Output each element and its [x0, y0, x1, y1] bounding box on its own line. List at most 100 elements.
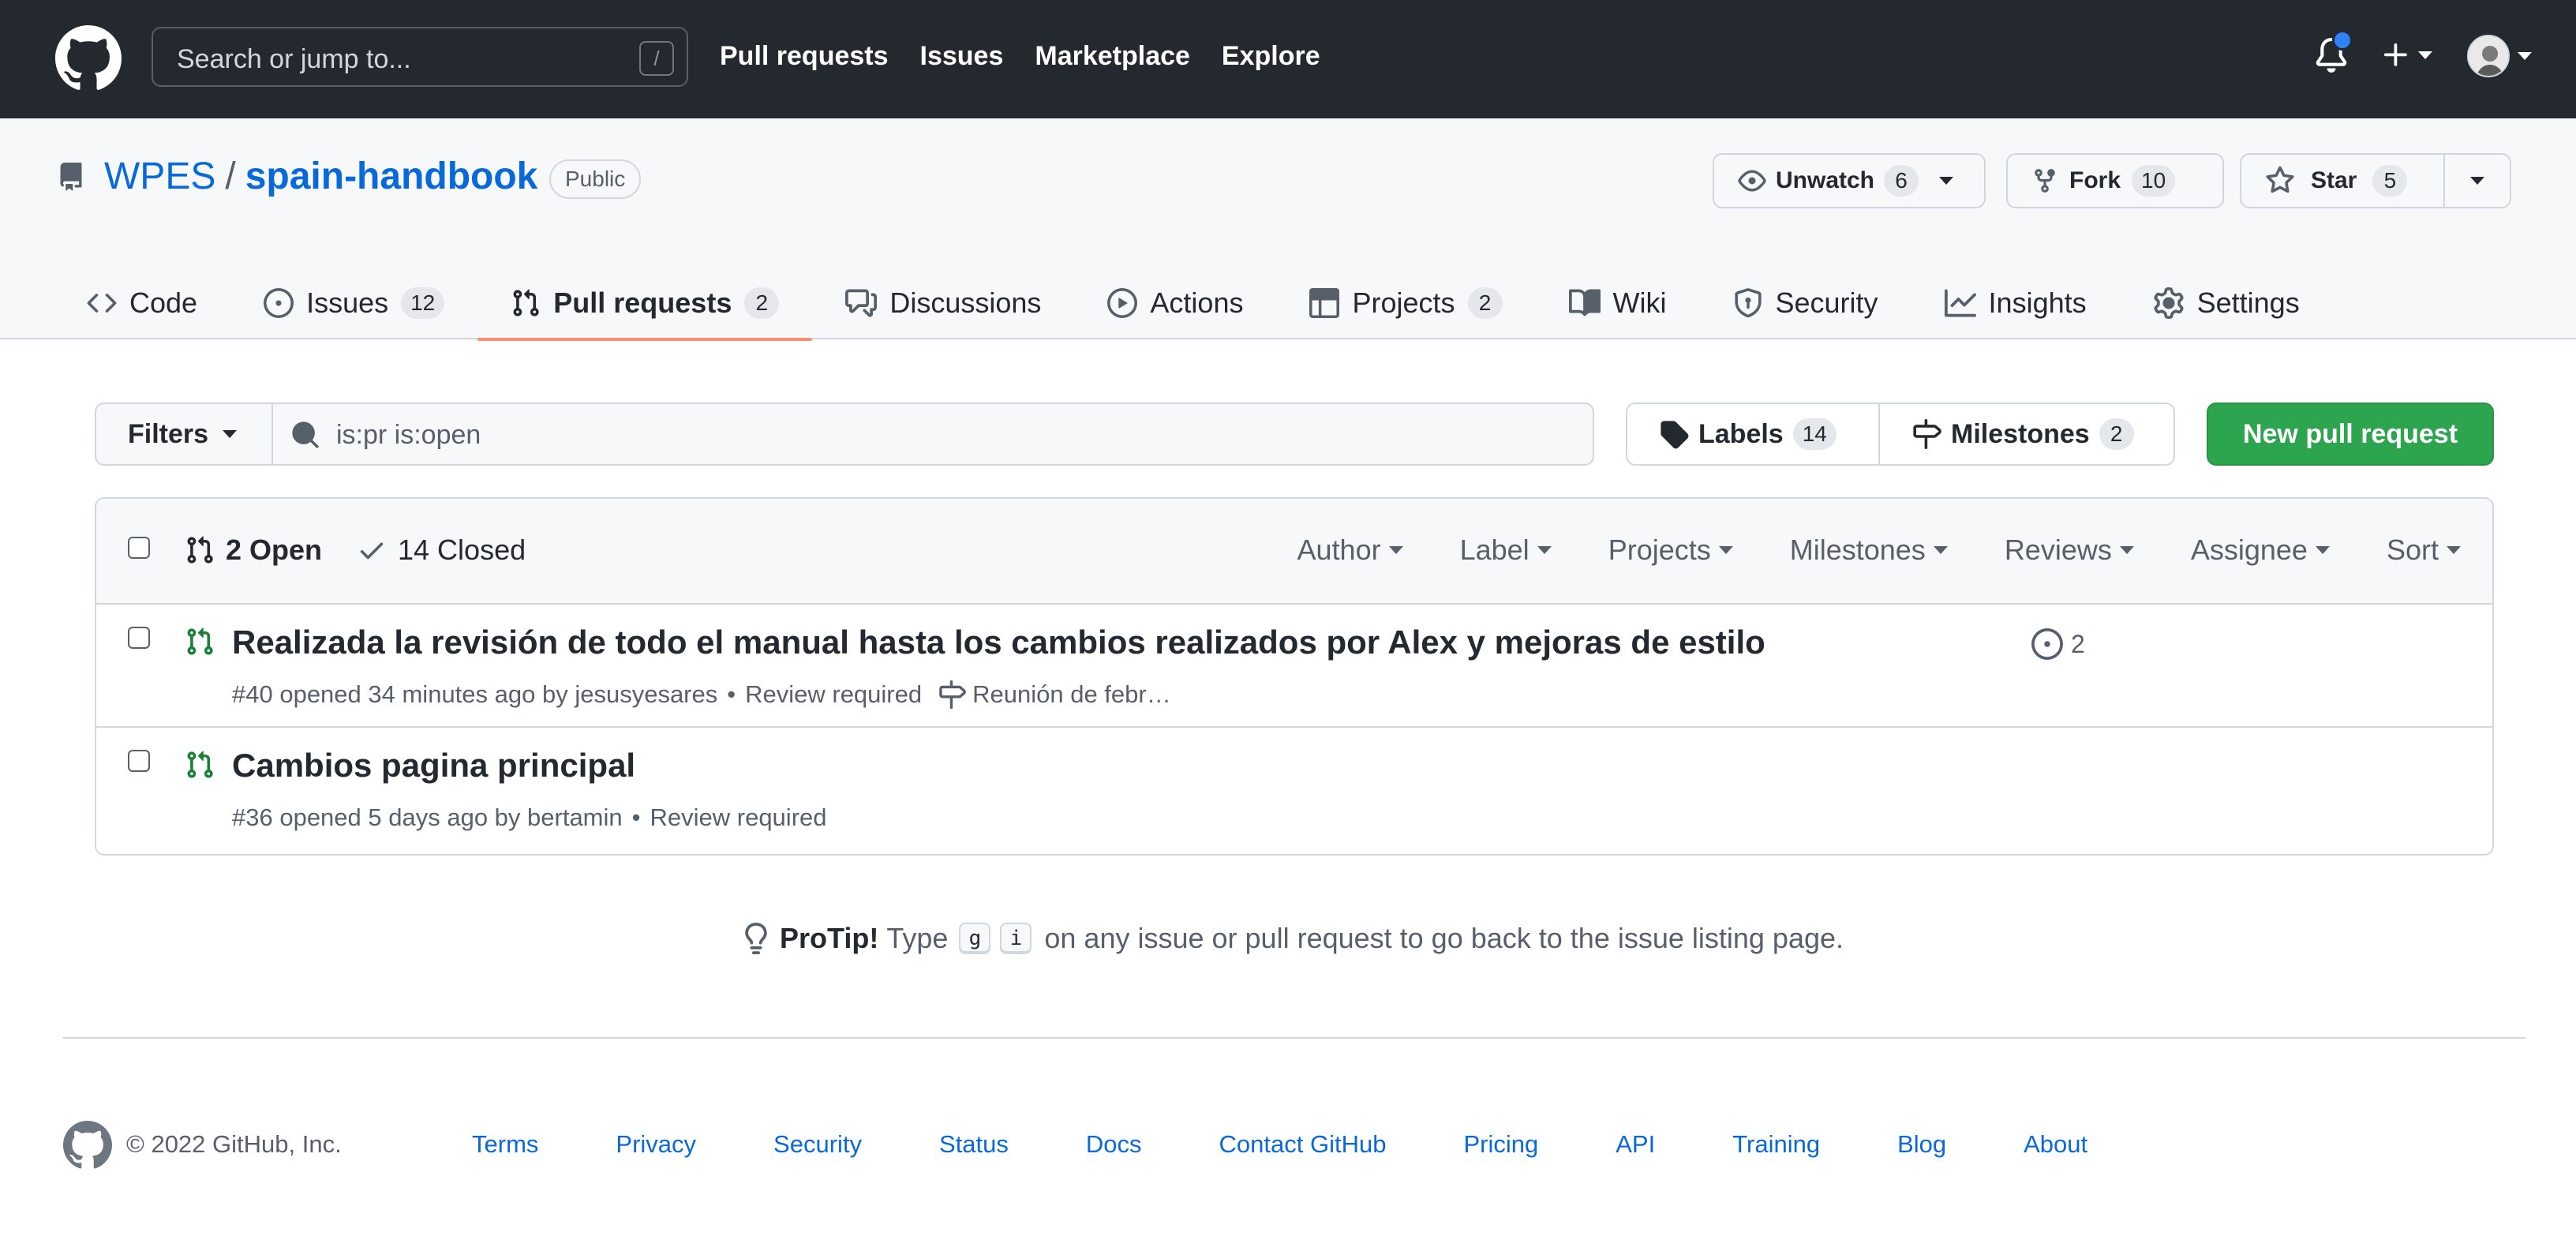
labels-button[interactable]: Labels 14: [1627, 404, 1880, 464]
graph-icon: [1944, 289, 1976, 317]
milestones-filter-dropdown[interactable]: Milestones: [1733, 534, 1948, 567]
footer-link-pricing[interactable]: Pricing: [1463, 1130, 1538, 1159]
filter-label: Assignee: [2190, 534, 2308, 566]
footer-link-docs[interactable]: Docs: [1086, 1130, 1142, 1159]
nav-pull-requests[interactable]: Pull requests: [720, 38, 889, 74]
chevron-down-icon: [223, 430, 238, 438]
milestones-label: Milestones: [1951, 418, 2090, 449]
footer-link-about[interactable]: About: [2024, 1130, 2087, 1159]
pull-request-title-link[interactable]: Realizada la revisión de todo el manual …: [232, 624, 1765, 661]
milestone-icon: [939, 680, 967, 709]
tab-insights[interactable]: Insights: [1911, 267, 2120, 339]
row-checkbox[interactable]: [128, 750, 150, 772]
chevron-down-icon: [1939, 177, 1954, 185]
user-menu[interactable]: [2467, 35, 2532, 77]
tab-issues[interactable]: Issues 12: [230, 267, 477, 339]
footer-link-contact[interactable]: Contact GitHub: [1219, 1130, 1387, 1159]
tab-counter: 12: [401, 287, 445, 319]
labels-milestones-group: Labels 14 Milestones 2: [1626, 403, 2175, 466]
copyright: © 2022 GitHub, Inc.: [126, 1130, 342, 1158]
chevron-down-icon: [2518, 52, 2532, 60]
stars-count: 5: [2372, 165, 2408, 197]
row-checkbox[interactable]: [128, 627, 150, 649]
tab-security[interactable]: Security: [1700, 267, 1911, 339]
search-query-value: is:pr is:open: [336, 420, 481, 450]
unwatch-button[interactable]: Unwatch 6: [1713, 153, 1986, 208]
shortcut-key: i: [1000, 923, 1032, 954]
review-status-link[interactable]: Review required: [650, 803, 827, 832]
tab-counter: 2: [744, 287, 780, 319]
filter-label: Label: [1459, 534, 1530, 566]
pull-request-title-link[interactable]: Cambios pagina principal: [232, 747, 635, 785]
footer-link-status[interactable]: Status: [939, 1130, 1009, 1159]
gear-icon: [2154, 287, 2184, 319]
open-filter-link[interactable]: 2 Open: [185, 534, 322, 567]
filter-label: Author: [1297, 534, 1381, 566]
tab-label: Projects: [1352, 287, 1455, 319]
closed-filter-link[interactable]: 14 Closed: [357, 534, 526, 567]
milestones-button[interactable]: Milestones 2: [1880, 404, 2134, 464]
sort-dropdown[interactable]: Sort: [2330, 534, 2461, 567]
nav-issues[interactable]: Issues: [920, 38, 1004, 74]
new-pull-request-button[interactable]: New pull request: [2207, 403, 2494, 466]
select-all-checkbox[interactable]: [128, 537, 150, 559]
projects-filter-dropdown[interactable]: Projects: [1552, 534, 1733, 567]
github-logo-icon[interactable]: [55, 25, 122, 92]
list-filter-menus: Author Label Projects Milestones Reviews…: [1241, 534, 2461, 567]
repo-owner-link[interactable]: WPES: [104, 155, 215, 198]
footer-links: Terms Privacy Security Status Docs Conta…: [472, 1130, 2087, 1159]
github-mark-icon[interactable]: [63, 1121, 112, 1170]
linked-issues-link[interactable]: 2: [2031, 628, 2085, 660]
filters-dropdown[interactable]: Filters: [95, 403, 273, 466]
git-pull-request-icon: [513, 289, 539, 316]
global-nav: Pull requests Issues Marketplace Explore: [720, 38, 1320, 74]
search-placeholder: Search or jump to...: [177, 44, 411, 74]
footer-link-security[interactable]: Security: [773, 1130, 862, 1159]
open-pull-request-icon: [185, 750, 215, 780]
table-icon: [1309, 288, 1340, 318]
global-header: Search or jump to... / Pull requests Iss…: [0, 0, 2576, 118]
author-filter-dropdown[interactable]: Author: [1241, 534, 1403, 567]
chevron-down-icon: [2315, 546, 2330, 554]
chevron-down-icon: [2470, 177, 2484, 185]
star-lists-dropdown[interactable]: [2443, 153, 2511, 208]
repo-name-link[interactable]: spain-handbook: [245, 155, 538, 198]
tab-wiki[interactable]: Wiki: [1536, 267, 1700, 339]
labels-label: Labels: [1698, 418, 1784, 449]
issue-search-input[interactable]: is:pr is:open: [271, 403, 1594, 466]
nav-explore[interactable]: Explore: [1222, 38, 1320, 74]
check-icon: [360, 542, 384, 560]
global-search-input[interactable]: Search or jump to... /: [152, 27, 688, 87]
footer-link-training[interactable]: Training: [1732, 1130, 1820, 1159]
footer-link-terms[interactable]: Terms: [472, 1130, 538, 1159]
tab-label: Security: [1775, 287, 1878, 319]
milestone-link[interactable]: Reunión de febr…: [938, 680, 1171, 709]
tab-pull-requests[interactable]: Pull requests 2: [477, 267, 813, 341]
chevron-down-icon: [2418, 51, 2432, 59]
footer-link-api[interactable]: API: [1616, 1130, 1655, 1159]
filter-label: Reviews: [2004, 534, 2112, 566]
label-filter-dropdown[interactable]: Label: [1403, 534, 1552, 567]
tab-settings[interactable]: Settings: [2120, 267, 2333, 339]
tab-label: Insights: [1988, 287, 2087, 319]
tab-discussions[interactable]: Discussions: [812, 267, 1074, 339]
star-button[interactable]: Star 5: [2240, 153, 2445, 208]
assignee-filter-dropdown[interactable]: Assignee: [2134, 534, 2330, 567]
tab-projects[interactable]: Projects 2: [1276, 267, 1535, 339]
create-new-menu[interactable]: [2380, 39, 2432, 71]
pull-request-meta: #40 opened 34 minutes ago by jesusyesare…: [232, 680, 1171, 709]
tab-actions[interactable]: Actions: [1074, 267, 1276, 339]
reviews-filter-dropdown[interactable]: Reviews: [1948, 534, 2134, 567]
footer-link-blog[interactable]: Blog: [1897, 1130, 1946, 1159]
fork-button[interactable]: Fork 10: [2006, 153, 2224, 208]
tab-code[interactable]: Code: [87, 267, 230, 339]
play-icon: [1107, 288, 1138, 318]
review-status-link[interactable]: Review required: [745, 680, 922, 709]
protip-text-after: on any issue or pull request to go back …: [1044, 922, 1844, 954]
eye-icon: [1738, 170, 1766, 192]
footer-link-privacy[interactable]: Privacy: [616, 1130, 696, 1159]
filters-label: Filters: [128, 418, 209, 449]
tab-label: Actions: [1150, 287, 1244, 319]
list-item: Realizada la revisión de todo el manual …: [96, 605, 2492, 728]
nav-marketplace[interactable]: Marketplace: [1035, 38, 1190, 74]
